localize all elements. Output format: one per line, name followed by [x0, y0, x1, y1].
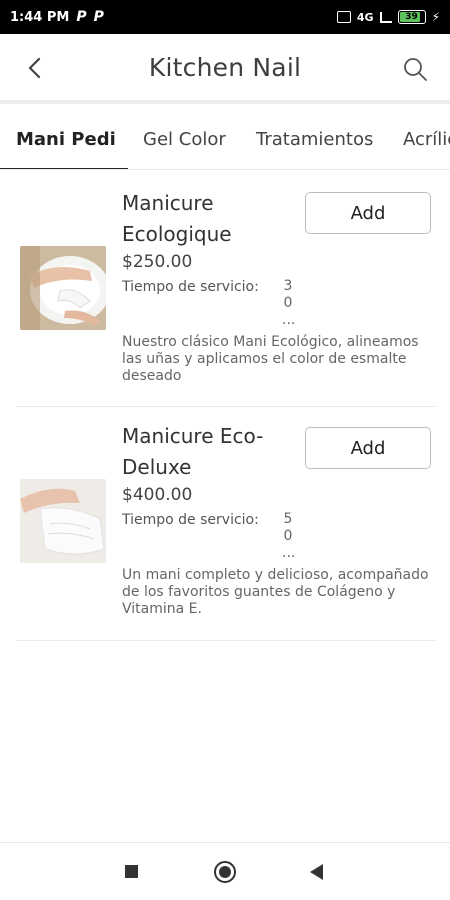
service-image — [20, 479, 106, 563]
time-digit: 3 — [283, 278, 293, 294]
page-title: Kitchen Nail — [148, 52, 302, 82]
time-ellipsis: ... — [282, 312, 296, 328]
tab-mani-pedi[interactable]: Mani Pedi — [16, 108, 116, 169]
time-ellipsis: ... — [282, 545, 296, 561]
charging-icon: ⚡ — [431, 10, 440, 24]
status-time: 1:44 PM — [10, 9, 70, 25]
add-button[interactable]: Add — [305, 192, 431, 234]
service-price: $400.00 — [122, 485, 193, 505]
active-tab-indicator — [0, 168, 128, 169]
service-time-value: 5 0 ... — [282, 511, 296, 562]
home-circle-icon[interactable] — [214, 861, 236, 883]
service-name: Manicure Eco-Deluxe — [122, 424, 264, 479]
network-label: 4G — [356, 10, 374, 24]
service-description: Nuestro clásico Mani Ecológico, alineamo… — [122, 334, 419, 384]
tab-tratamientos[interactable]: Tratamientos — [256, 108, 374, 169]
app-header: Kitchen Nail — [0, 34, 450, 104]
service-item: Manicure Ecologique $250.00 Tiempo de se… — [16, 174, 436, 407]
search-icon[interactable] — [402, 56, 428, 82]
add-button[interactable]: Add — [305, 427, 431, 469]
service-name: Manicure Ecologique — [122, 191, 232, 246]
service-time-label: Tiempo de servicio: — [122, 279, 259, 295]
tab-gel-color[interactable]: Gel Color — [143, 108, 226, 169]
time-digit: 0 — [283, 528, 293, 544]
service-description: Un mani completo y delicioso, acompañado… — [122, 567, 429, 617]
service-time-value: 3 0 ... — [282, 278, 296, 329]
service-image — [20, 246, 106, 330]
time-digit: 0 — [283, 295, 293, 311]
signal-icon — [379, 11, 392, 23]
back-icon[interactable] — [24, 56, 48, 80]
tab-label: Gel Color — [143, 128, 226, 150]
category-tabs: Mani Pedi Gel Color Tratamientos Acrílic… — [0, 108, 450, 170]
system-nav-bar — [0, 842, 450, 900]
status-bar: 1:44 PM P P 4G 39 ⚡ — [0, 0, 450, 34]
manicure-photo — [20, 246, 106, 330]
tab-acrilico[interactable]: Acrílico — [403, 108, 450, 169]
tab-label: Acrílico — [403, 128, 450, 150]
battery-icon: 39 — [397, 10, 426, 24]
notification-p-icon: P — [76, 9, 87, 25]
back-triangle-icon[interactable] — [310, 864, 323, 880]
manicure-photo — [20, 479, 106, 563]
tab-label: Tratamientos — [256, 128, 374, 150]
recents-square-icon[interactable] — [125, 865, 138, 878]
notification-p-icon: P — [93, 9, 104, 25]
service-price: $250.00 — [122, 252, 193, 272]
time-digit: 5 — [283, 511, 293, 527]
sim-icon — [336, 11, 351, 23]
service-time-label: Tiempo de servicio: — [122, 512, 259, 528]
battery-level: 39 — [405, 12, 418, 22]
service-item: Manicure Eco-Deluxe $400.00 Tiempo de se… — [16, 407, 436, 641]
tab-label: Mani Pedi — [16, 128, 116, 150]
